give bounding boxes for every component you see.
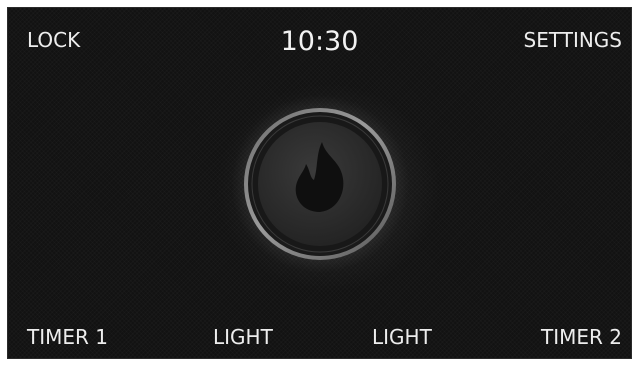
light-1-button[interactable]: LIGHT: [213, 327, 273, 347]
flame-button-graphic: [231, 95, 409, 273]
timer-2-button[interactable]: TIMER 2: [541, 327, 622, 347]
flame-power-button[interactable]: [230, 94, 410, 274]
screen-frame: LOCK 10:30 SETTINGS TIMER 1 LIGHT LIGHT …: [0, 0, 638, 365]
settings-button[interactable]: SETTINGS: [524, 30, 622, 50]
timer-1-button[interactable]: TIMER 1: [27, 327, 108, 347]
control-panel: LOCK 10:30 SETTINGS TIMER 1 LIGHT LIGHT …: [7, 7, 632, 359]
light-2-button[interactable]: LIGHT: [372, 327, 432, 347]
